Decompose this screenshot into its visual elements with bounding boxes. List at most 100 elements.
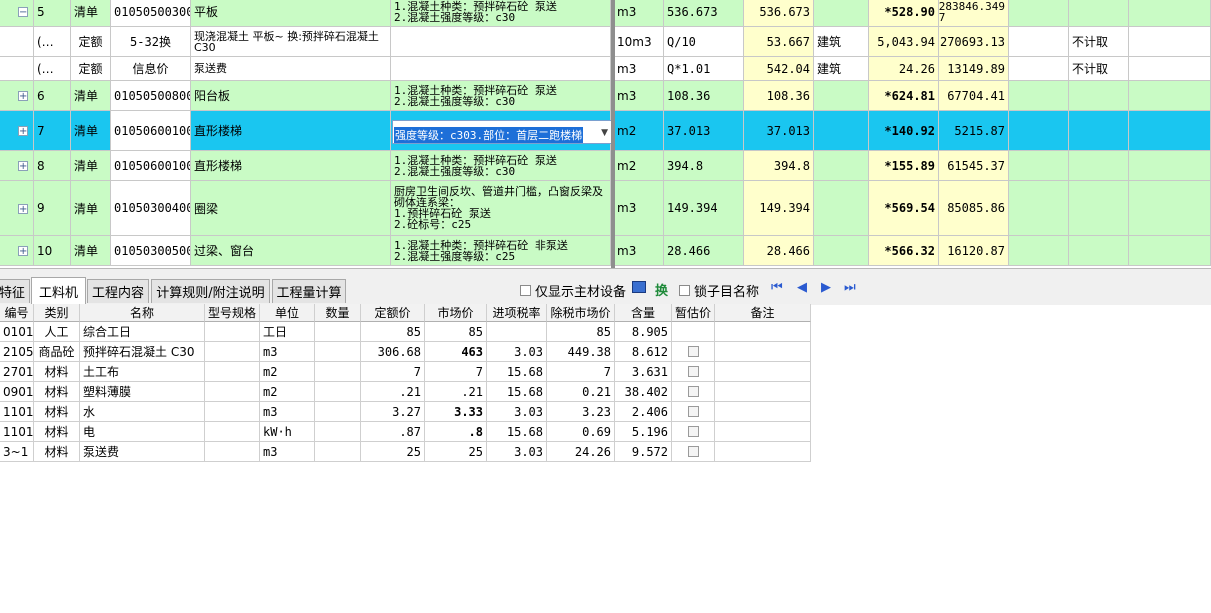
cell-total[interactable]: 5215.87 bbox=[939, 111, 1009, 151]
cell-gutter[interactable] bbox=[0, 181, 34, 236]
cell-total[interactable]: 85085.86 bbox=[939, 181, 1009, 236]
cell-spec[interactable] bbox=[205, 402, 260, 422]
cell-content[interactable]: 8.612 bbox=[615, 342, 672, 362]
cell-qty[interactable]: 53.667 bbox=[744, 27, 814, 57]
cell-tax-rate[interactable] bbox=[487, 322, 547, 342]
cell-code[interactable]: 010506001005 bbox=[111, 111, 191, 151]
cell-spec[interactable] bbox=[205, 442, 260, 462]
cell-name[interactable]: 土工布 bbox=[80, 362, 205, 382]
cell-expr[interactable]: Q*1.01 bbox=[664, 57, 744, 81]
estimate-checkbox[interactable] bbox=[687, 366, 699, 377]
cell-quota-price[interactable]: 7 bbox=[361, 362, 425, 382]
cell-content[interactable]: 5.196 bbox=[615, 422, 672, 442]
cell-code[interactable]: 210561~1 bbox=[0, 342, 34, 362]
cell-quantity[interactable] bbox=[315, 382, 361, 402]
header-code[interactable]: 编号 bbox=[0, 304, 34, 322]
estimate-checkbox[interactable] bbox=[687, 346, 699, 357]
cell-num[interactable]: 7 bbox=[34, 111, 71, 151]
cell-qty[interactable]: 108.36 bbox=[744, 81, 814, 111]
cell-code[interactable]: 010503005002 bbox=[111, 236, 191, 266]
cell-quantity[interactable] bbox=[315, 362, 361, 382]
cell-gutter[interactable] bbox=[0, 151, 34, 181]
grid-row-0[interactable]: −5清单010505003001平板1.混凝土种类：预拌碎石砼 泵送2.混凝土强… bbox=[0, 0, 1211, 27]
cell-qty[interactable]: 149.394 bbox=[744, 181, 814, 236]
cell-prof[interactable] bbox=[814, 81, 869, 111]
material-row[interactable]: 110117材料水 m3 3.273.333.033.232.406 bbox=[0, 402, 906, 422]
estimate-checkbox[interactable] bbox=[687, 386, 699, 397]
cell-expr[interactable]: Q/10 bbox=[664, 27, 744, 57]
cell-quantity[interactable] bbox=[315, 342, 361, 362]
cell-unit[interactable]: m2 bbox=[614, 111, 664, 151]
cell-note[interactable] bbox=[715, 362, 811, 382]
cell-tax-rate[interactable]: 3.03 bbox=[487, 342, 547, 362]
cell-qty[interactable]: 536.673 bbox=[744, 0, 814, 27]
expand-icon[interactable]: + bbox=[18, 204, 28, 215]
cell-tax-free-price[interactable]: 0.69 bbox=[547, 422, 615, 442]
grid-row-3[interactable]: +6清单010505008002阳台板1.混凝土种类：预拌碎石砼 泵送2.混凝土… bbox=[0, 81, 1211, 111]
cell-quantity[interactable] bbox=[315, 402, 361, 422]
cell-market-price[interactable]: 463 bbox=[425, 342, 487, 362]
cell-unit[interactable]: m3 bbox=[614, 181, 664, 236]
tab-calc-rules[interactable]: 计算规则/附注说明 bbox=[151, 279, 270, 303]
cell-estimate[interactable] bbox=[672, 362, 715, 382]
cell-extra2[interactable]: 不计取 bbox=[1069, 57, 1129, 81]
cell-feature[interactable]: 1.混凝土种类：预拌碎石砼 泵送 2.混凝土强度等级：c30 bbox=[391, 81, 611, 111]
cell-tax-rate[interactable]: 15.68 bbox=[487, 362, 547, 382]
cell-market-price[interactable]: 85 bbox=[425, 322, 487, 342]
cell-prof[interactable] bbox=[814, 151, 869, 181]
cell-note[interactable] bbox=[715, 442, 811, 462]
cell-estimate[interactable] bbox=[672, 382, 715, 402]
cell-estimate[interactable] bbox=[672, 442, 715, 462]
cell-quantity[interactable] bbox=[315, 322, 361, 342]
cell-extra1[interactable] bbox=[1009, 57, 1069, 81]
last-icon[interactable]: ⏭ bbox=[844, 280, 856, 295]
cell-note[interactable] bbox=[715, 342, 811, 362]
cell-category[interactable]: 材料 bbox=[34, 422, 80, 442]
header-tax-free-price[interactable]: 除税市场价 bbox=[547, 304, 615, 322]
cell-extra2[interactable] bbox=[1069, 236, 1129, 266]
cell-num[interactable]: 5 bbox=[34, 0, 71, 27]
cell-qty[interactable]: 394.8 bbox=[744, 151, 814, 181]
cell-unit[interactable]: m2 bbox=[260, 382, 315, 402]
cell-note[interactable] bbox=[715, 402, 811, 422]
cell-spec[interactable] bbox=[205, 342, 260, 362]
cell-unit[interactable]: m2 bbox=[614, 151, 664, 181]
header-note[interactable]: 备注 bbox=[715, 304, 811, 322]
cell-quota-price[interactable]: 85 bbox=[361, 322, 425, 342]
cell-expr[interactable]: 149.394 bbox=[664, 181, 744, 236]
monitor-icon[interactable] bbox=[632, 281, 646, 293]
cell-prof[interactable] bbox=[814, 111, 869, 151]
cell-note[interactable] bbox=[715, 382, 811, 402]
cell-price[interactable]: *624.81 bbox=[869, 81, 939, 111]
cell-tax-free-price[interactable]: 7 bbox=[547, 362, 615, 382]
material-row[interactable]: 010104人工综合工日工日8585858.905 bbox=[0, 322, 906, 342]
cell-unit[interactable]: m3 bbox=[260, 442, 315, 462]
cell-feature[interactable]: 厨房卫生间反坎、管道井门槛，凸窗反梁及砌体连系梁： 1.预拌碎石砼 泵送 2.砼标号… bbox=[391, 181, 611, 236]
chevron-down-icon[interactable]: ▼ bbox=[601, 128, 608, 138]
cell-name[interactable]: 直形楼梯 bbox=[191, 151, 391, 181]
cell-expr[interactable]: 37.013 bbox=[664, 111, 744, 151]
cell-qty[interactable]: 28.466 bbox=[744, 236, 814, 266]
cell-tax-rate[interactable]: 3.03 bbox=[487, 402, 547, 422]
cell-gutter[interactable] bbox=[0, 111, 34, 151]
cell-num[interactable]: 9 bbox=[34, 181, 71, 236]
cell-code[interactable]: 010505003001 bbox=[111, 0, 191, 27]
expand-icon[interactable]: + bbox=[18, 161, 28, 172]
cell-quota-price[interactable]: 3.27 bbox=[361, 402, 425, 422]
cell-name[interactable]: 平板 bbox=[191, 0, 391, 27]
cell-name[interactable]: 综合工日 bbox=[80, 322, 205, 342]
cell-feature[interactable] bbox=[391, 27, 611, 57]
cell-unit[interactable]: m2 bbox=[260, 362, 315, 382]
estimate-checkbox[interactable] bbox=[687, 426, 699, 437]
cell-quota-price[interactable]: .87 bbox=[361, 422, 425, 442]
cell-spec[interactable] bbox=[205, 422, 260, 442]
cell-name[interactable]: 现浇混凝土 平板~ 换:预拌碎石混凝土 C30 bbox=[191, 27, 391, 57]
cell-quota-price[interactable]: 25 bbox=[361, 442, 425, 462]
cell-tax-free-price[interactable]: 3.23 bbox=[547, 402, 615, 422]
cell-category[interactable]: 材料 bbox=[34, 382, 80, 402]
cell-total[interactable]: 16120.87 bbox=[939, 236, 1009, 266]
cell-gutter[interactable] bbox=[0, 57, 34, 81]
cell-tax-rate[interactable]: 3.03 bbox=[487, 442, 547, 462]
cell-feature[interactable] bbox=[391, 57, 611, 81]
cell-unit[interactable]: m3 bbox=[614, 236, 664, 266]
